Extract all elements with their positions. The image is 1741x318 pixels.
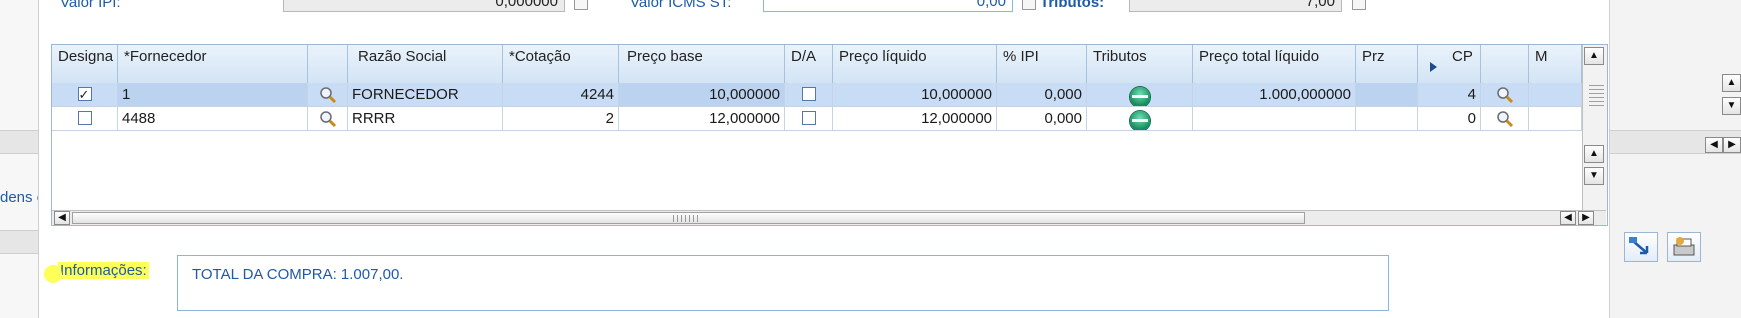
m-cell [1529,83,1582,107]
preco-base-cell[interactable]: 12,000000 [619,107,785,131]
razao-social-cell: RRRR [348,107,503,131]
prz-cell[interactable] [1356,83,1418,107]
col-header-razao-social[interactable]: Razão Social [348,45,503,83]
table-row[interactable]: 1 FORNECEDOR 4244 10,000000 10,000000 0,… [52,83,1582,107]
designa-cell[interactable] [52,83,118,107]
scroll-right-button-bg[interactable]: ▶ [1723,137,1741,153]
col-header-cp-label: CP [1452,48,1473,65]
scroll-left-button-bg[interactable]: ◀ [1705,137,1723,153]
valor-ipi-label: Valor IPI: [60,0,121,11]
grid-header: Designa *Fornecedor Razão Social *Cotaçã… [52,45,1582,84]
cotacao-cell[interactable]: 2 [503,107,619,131]
transfer-icon [1629,237,1649,255]
da-checkbox[interactable] [801,111,816,126]
tributos-cell[interactable] [1087,83,1193,107]
scroll-right-button[interactable]: ▶ [1578,211,1594,225]
transfer-button[interactable] [1624,232,1658,262]
scroll-left-button[interactable]: ◀ [54,211,70,225]
col-header-designa[interactable]: Designa [52,45,118,83]
cp-cell[interactable]: 4 [1418,83,1481,107]
col-header-pct-ipi[interactable]: % IPI [997,45,1087,83]
m-cell [1529,107,1582,131]
da-cell[interactable] [785,107,833,131]
magnifier-icon[interactable] [1496,110,1514,128]
col-header-prz[interactable]: Prz [1356,45,1418,83]
scroll-up-button[interactable]: ▲ [1584,47,1604,65]
magnifier-icon[interactable] [1496,86,1514,104]
scroll-thumb[interactable] [72,212,1305,224]
scroll-down-button-bg[interactable]: ▼ [1722,97,1741,115]
pct-ipi-cell: 0,000 [997,83,1087,107]
grid-horizontal-scrollbar[interactable]: ◀ ◀ ▶ [52,210,1606,225]
calculator-icon[interactable] [574,0,588,10]
print-tools-button[interactable] [1667,232,1701,262]
col-header-preco-total-liquido[interactable]: Preço total líquido [1193,45,1356,83]
designa-checkbox[interactable] [77,111,92,126]
col-header-lookup-2[interactable] [1481,45,1529,83]
cp-lookup-cell[interactable] [1481,83,1529,107]
informacoes-label: Informações: [44,262,149,283]
col-header-lookup[interactable] [308,45,348,83]
col-header-tributos[interactable]: Tributos [1087,45,1193,83]
scroll-left-button-2[interactable]: ◀ [1560,211,1576,225]
designa-cell[interactable] [52,107,118,131]
col-header-m[interactable]: M [1529,45,1582,83]
background-right: ◀ ▶ ▲ ▼ [1608,0,1741,318]
prz-cell[interactable] [1356,107,1418,131]
scroll-grip-icon [673,215,699,222]
calculator-icon[interactable] [1352,0,1366,10]
preco-liquido-cell: 12,000000 [833,107,997,131]
cp-lookup-cell[interactable] [1481,107,1529,131]
pct-ipi-cell: 0,000 [997,107,1087,131]
informacoes-box[interactable]: TOTAL DA COMPRA: 1.007,00. [177,255,1389,311]
background-left: dens o [0,0,45,318]
scroll-up-button-2[interactable]: ▲ [1584,145,1604,163]
grid-vertical-scrollbar[interactable]: ▲ ▲ ▼ [1582,45,1607,210]
green-status-ball-icon[interactable] [1129,111,1150,130]
table-row[interactable]: 4488 RRRR 2 12,000000 12,000000 0,000 0 [52,107,1582,131]
background-band [0,130,38,154]
preco-liquido-cell: 10,000000 [833,83,997,107]
preco-total-liquido-cell: 1.000,000000 [1193,83,1356,107]
valor-icms-st-label: Valor ICMS ST: [630,0,732,11]
tributos-label: Tributos: [1040,0,1105,11]
calculator-icon[interactable] [1022,0,1036,10]
col-header-cotacao[interactable]: *Cotação [503,45,619,83]
col-header-preco-base[interactable]: Preço base [619,45,785,83]
sort-indicator-icon [1430,62,1437,72]
fornecedor-lookup-cell[interactable] [308,107,348,131]
cotacao-cell[interactable]: 4244 [503,83,619,107]
tributos-field[interactable]: 7,00 [1129,0,1342,12]
valor-icms-st-field[interactable]: 0,00 [763,0,1013,12]
col-header-preco-liquido[interactable]: Preço líquido [833,45,997,83]
razao-social-cell: FORNECEDOR [348,83,503,107]
magnifier-icon[interactable] [319,110,337,128]
valor-ipi-field[interactable]: 0,000000 [283,0,565,12]
fornecedor-cell[interactable]: 4488 [118,107,308,131]
printer-icon [1673,237,1695,256]
green-status-ball-icon[interactable] [1129,87,1150,106]
scroll-down-button[interactable]: ▼ [1584,167,1604,185]
designa-checkbox[interactable] [77,83,92,106]
da-cell[interactable] [785,83,833,107]
da-checkbox[interactable] [801,87,816,102]
background-band [0,230,38,254]
cp-cell[interactable]: 0 [1418,107,1481,131]
suppliers-grid: Designa *Fornecedor Razão Social *Cotaçã… [51,44,1608,226]
tributos-cell[interactable] [1087,107,1193,131]
col-header-cp[interactable]: CP [1418,45,1481,83]
col-header-fornecedor[interactable]: *Fornecedor [118,45,308,83]
informacoes-text: TOTAL DA COMPRA: 1.007,00. [192,266,404,283]
scroll-grip-icon[interactable] [1594,85,1604,109]
scroll-up-button-bg[interactable]: ▲ [1722,74,1741,92]
preco-total-liquido-cell [1193,107,1356,131]
preco-base-cell[interactable]: 10,000000 [619,83,785,107]
col-header-da[interactable]: D/A [785,45,833,83]
magnifier-icon[interactable] [319,86,337,104]
fornecedor-cell[interactable]: 1 [118,83,308,107]
fornecedor-lookup-cell[interactable] [308,83,348,107]
